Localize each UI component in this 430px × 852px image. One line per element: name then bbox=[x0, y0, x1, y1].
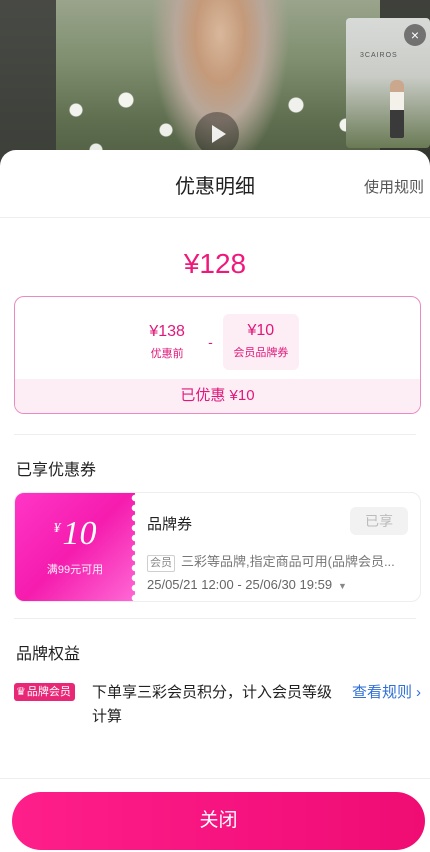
coupon-value-panel: ¥10 满99元可用 bbox=[15, 493, 140, 601]
benefit-description: 下单享三彩会员积分，计入会员等级计算 bbox=[92, 684, 333, 725]
original-price-label: 优惠前 bbox=[150, 348, 184, 360]
benefits-section-title: 品牌权益 bbox=[16, 646, 81, 663]
divider bbox=[14, 434, 416, 435]
coupon-amount: ¥10 bbox=[15, 515, 135, 553]
coupon-validity[interactable]: 25/05/21 12:00 - 25/06/30 19:59 ▼ bbox=[147, 577, 347, 592]
coupon-status-badge: 已享 bbox=[350, 507, 408, 535]
coupon-name: 品牌券 bbox=[147, 516, 193, 533]
footer-divider bbox=[0, 778, 430, 779]
original-price: ¥138 优惠前 bbox=[136, 323, 198, 361]
brand-member-badge: ♛品牌会员 bbox=[14, 683, 75, 701]
coupon-amount-value: 10 bbox=[62, 515, 97, 552]
price-box-notch bbox=[207, 297, 225, 305]
mini-video-person bbox=[390, 80, 404, 138]
original-price-value: ¥138 bbox=[149, 323, 185, 340]
coupons-section-title: 已享优惠券 bbox=[16, 462, 97, 479]
saved-amount-bar: 已优惠 ¥10 bbox=[15, 379, 420, 413]
coupon-discount-value: ¥10 bbox=[247, 322, 275, 339]
coupon-currency: ¥ bbox=[53, 520, 61, 536]
video-background[interactable]: 3CAIROS × bbox=[0, 0, 430, 170]
minus-sign: - bbox=[208, 334, 213, 350]
discount-detail-sheet: 优惠明细 使用规则 ¥128 ¥138 优惠前 - ¥10 会员品牌券 已优惠 … bbox=[0, 150, 430, 852]
member-coupon-discount: ¥10 会员品牌券 bbox=[222, 314, 299, 370]
close-icon[interactable]: × bbox=[404, 24, 426, 46]
member-tag: 会员 bbox=[147, 555, 175, 572]
brand-member-badge-label: 品牌会员 bbox=[26, 686, 71, 698]
coupon-description-text: 三彩等品牌,指定商品可用(品牌会员... bbox=[181, 554, 395, 569]
view-rules-label: 查看规则 bbox=[351, 684, 412, 701]
final-price: ¥128 bbox=[183, 248, 247, 279]
chevron-down-icon[interactable]: ▼ bbox=[338, 581, 347, 591]
coupon-description: 会员 三彩等品牌,指定商品可用(品牌会员... bbox=[147, 551, 409, 572]
video-left-panel bbox=[0, 0, 56, 170]
sheet-header: 优惠明细 使用规则 bbox=[0, 150, 430, 218]
view-rules-link[interactable]: 查看规则 › bbox=[352, 681, 421, 702]
mini-store-sign: 3CAIROS bbox=[360, 52, 398, 59]
close-button[interactable]: 关闭 bbox=[12, 792, 425, 850]
coupon-discount-label: 会员品牌券 bbox=[233, 347, 289, 359]
chevron-right-icon: › bbox=[416, 684, 421, 701]
coupon-condition: 满99元可用 bbox=[46, 564, 104, 576]
brand-member-benefit: ♛品牌会员 下单享三彩会员积分，计入会员等级计算 查看规则 › bbox=[14, 680, 421, 740]
price-calculation: ¥138 优惠前 - ¥10 会员品牌券 bbox=[15, 313, 420, 371]
brand-coupon-card[interactable]: ¥10 满99元可用 品牌券 已享 会员 三彩等品牌,指定商品可用(品牌会员...… bbox=[14, 492, 421, 602]
price-breakdown-box: ¥138 优惠前 - ¥10 会员品牌券 已优惠 ¥10 bbox=[14, 296, 421, 414]
divider bbox=[14, 618, 416, 619]
usage-rules-link[interactable]: 使用规则 bbox=[364, 176, 424, 197]
crown-icon: ♛ bbox=[16, 686, 26, 698]
coupon-validity-text: 25/05/21 12:00 - 25/06/30 19:59 bbox=[147, 577, 333, 592]
